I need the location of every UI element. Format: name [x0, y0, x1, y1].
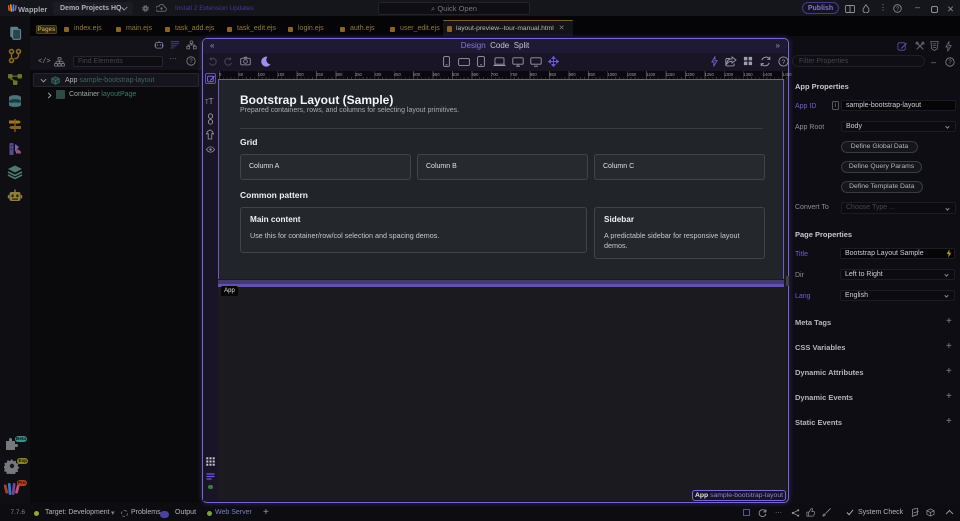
svg-text:?: ? [948, 60, 952, 66]
svg-text:?: ? [782, 59, 786, 66]
svg-text:?: ? [896, 7, 899, 13]
svg-text:?: ? [189, 59, 193, 65]
